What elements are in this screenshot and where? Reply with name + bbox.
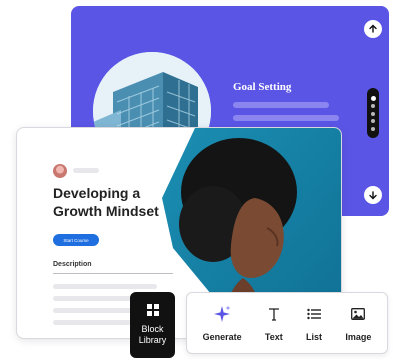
- image-label: Image: [345, 332, 372, 342]
- block-library-button[interactable]: Block Library: [130, 292, 175, 358]
- text-line: [233, 102, 329, 108]
- list-button[interactable]: List: [306, 293, 322, 353]
- text-line: [233, 115, 339, 121]
- arrow-down-icon: [369, 191, 377, 200]
- block-library-label: Block Library: [138, 324, 167, 345]
- slide-title: Goal Setting: [233, 81, 292, 93]
- divider: [53, 273, 173, 274]
- image-button[interactable]: Image: [345, 293, 371, 353]
- text-line: [53, 284, 157, 289]
- slide-down-button[interactable]: [364, 186, 382, 204]
- text-label: Text: [264, 332, 283, 342]
- pagination-dot[interactable]: [371, 104, 375, 108]
- text-line: [53, 320, 131, 325]
- description-label: Description: [53, 261, 92, 268]
- grid-icon: [146, 304, 159, 316]
- pagination-dot[interactable]: [371, 126, 375, 131]
- generate-button[interactable]: Generate: [203, 293, 242, 353]
- start-course-button[interactable]: Start Course: [53, 234, 99, 246]
- text-icon: [268, 308, 279, 321]
- list-label: List: [306, 332, 323, 342]
- block-toolbar: Generate Text List Image: [186, 292, 388, 354]
- text-button[interactable]: Text: [265, 293, 283, 353]
- avatar: [53, 164, 67, 178]
- pagination-dot[interactable]: [371, 111, 375, 116]
- slide-up-button[interactable]: [364, 20, 382, 38]
- pagination-dot[interactable]: [370, 95, 376, 101]
- arrow-up-icon: [369, 24, 377, 33]
- course-title: Developing a Growth Mindset: [53, 185, 159, 219]
- sparkle-icon: [214, 305, 231, 322]
- image-icon: [351, 308, 366, 320]
- list-icon: [307, 308, 322, 320]
- author-line: [73, 168, 99, 173]
- generate-label: Generate: [202, 332, 242, 342]
- slide-pagination[interactable]: [367, 88, 379, 138]
- pagination-dot[interactable]: [371, 119, 375, 123]
